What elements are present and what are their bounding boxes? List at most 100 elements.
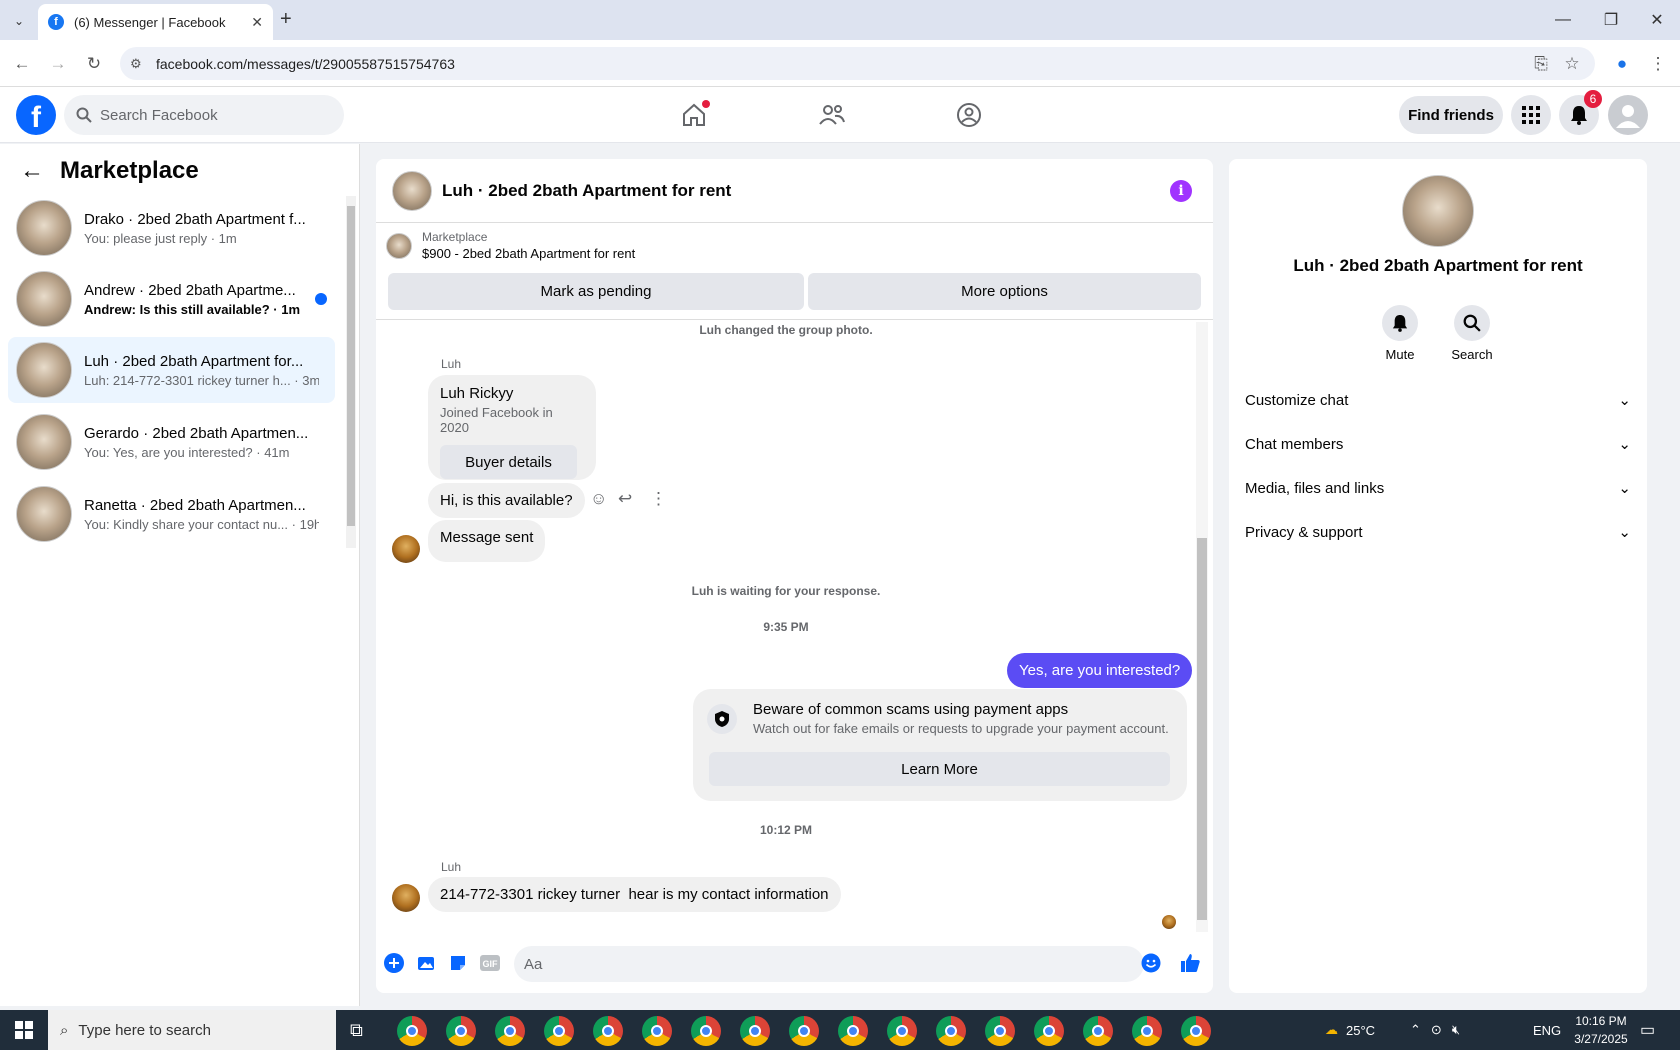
url-bar[interactable]: ⚙ facebook.com/messages/t/29005587515754…: [120, 47, 1595, 80]
chrome-taskbar-icon[interactable]: [740, 1016, 770, 1046]
mute-button[interactable]: Mute: [1370, 305, 1430, 362]
sidebar-scroll-thumb[interactable]: [347, 206, 355, 526]
conversation-item-gerardo[interactable]: Gerardo · 2bed 2bath Apartmen... You: Yes…: [8, 409, 335, 475]
restore-icon[interactable]: ❐: [1588, 0, 1634, 40]
weather-widget[interactable]: ☁ 25°C: [1325, 1010, 1375, 1050]
profile-icon[interactable]: ●: [1608, 50, 1636, 78]
chrome-taskbar-icon[interactable]: [789, 1016, 819, 1046]
chat-details-panel: [1229, 159, 1647, 993]
home-nav-icon[interactable]: [669, 98, 719, 132]
emoji-icon[interactable]: [1139, 951, 1163, 975]
install-app-icon[interactable]: ⎘: [1527, 50, 1555, 78]
clock[interactable]: 10:16 PM 3/27/2025: [1570, 1012, 1632, 1048]
chrome-taskbar-icon[interactable]: [544, 1016, 574, 1046]
mark-as-pending-button[interactable]: Mark as pending: [388, 273, 804, 310]
attach-photo-icon[interactable]: [414, 951, 438, 975]
unread-indicator-dot: [315, 293, 327, 305]
section-label: Media, files and links: [1245, 479, 1385, 497]
customize-chat-section[interactable]: Customize chat ⌄: [1245, 380, 1631, 420]
chrome-taskbar-icon[interactable]: [1181, 1016, 1211, 1046]
close-window-icon[interactable]: ✕: [1634, 0, 1680, 40]
chat-title[interactable]: Luh · 2bed 2bath Apartment for rent: [442, 181, 731, 201]
chrome-taskbar-icon[interactable]: [593, 1016, 623, 1046]
chrome-taskbar-icon[interactable]: [985, 1016, 1015, 1046]
add-actions-icon[interactable]: [382, 951, 406, 975]
thumbs-up-icon[interactable]: [1178, 951, 1202, 975]
back-icon[interactable]: ←: [8, 50, 36, 78]
chrome-taskbar-icon[interactable]: [446, 1016, 476, 1046]
sidebar-title: Marketplace: [60, 157, 199, 184]
volume-muted-icon[interactable]: 🔇︎: [1452, 1022, 1460, 1038]
marketplace-listing-bar[interactable]: Marketplace $900 - 2bed 2bath Apartment …: [386, 230, 635, 261]
gif-icon[interactable]: GIF: [478, 951, 502, 975]
message-input[interactable]: Aa: [514, 946, 1144, 982]
conversation-item-ranetta[interactable]: Ranetta · 2bed 2bath Apartmen... You: Kin…: [8, 481, 335, 547]
chrome-taskbar-icon[interactable]: [1083, 1016, 1113, 1046]
tab-search-icon[interactable]: ⌄: [8, 10, 30, 32]
taskbar-search-input[interactable]: ⌕ Type here to search: [48, 1010, 336, 1050]
divider: [376, 319, 1213, 320]
chat-header: Luh · 2bed 2bath Apartment for rent: [376, 159, 1213, 223]
reply-icon[interactable]: ↩: [618, 489, 632, 509]
more-options-button[interactable]: More options: [808, 273, 1201, 310]
message-bubble[interactable]: Message sent: [428, 520, 546, 562]
chrome-taskbar-icon[interactable]: [691, 1016, 721, 1046]
language-indicator[interactable]: ENG: [1533, 1010, 1561, 1050]
new-tab-button[interactable]: +: [280, 8, 292, 31]
conversation-item-andrew[interactable]: Andrew · 2bed 2bath Apartme... Andrew: Is…: [8, 266, 335, 332]
react-emoji-icon[interactable]: ☺: [590, 489, 607, 509]
close-tab-icon[interactable]: ✕: [251, 14, 263, 31]
chat-members-section[interactable]: Chat members ⌄: [1245, 424, 1631, 464]
chrome-taskbar-icon[interactable]: [1132, 1016, 1162, 1046]
message-bubble[interactable]: 214-772-3301 rickey turner hear is my co…: [428, 877, 841, 912]
more-actions-icon[interactable]: ⋮: [650, 489, 667, 509]
learn-more-button[interactable]: Learn More: [709, 752, 1170, 786]
sticker-icon[interactable]: [446, 951, 470, 975]
message-bubble[interactable]: Hi, is this available?: [428, 483, 585, 518]
site-info-icon[interactable]: ⚙: [130, 56, 142, 72]
chrome-taskbar-icon[interactable]: [495, 1016, 525, 1046]
conversation-item-drako[interactable]: Drako · 2bed 2bath Apartment f... You: pl…: [8, 195, 335, 261]
task-view-icon[interactable]: ⧉: [350, 1020, 363, 1041]
account-avatar[interactable]: [1608, 95, 1648, 135]
facebook-search-input[interactable]: Search Facebook: [64, 95, 344, 135]
chat-avatar[interactable]: [392, 170, 432, 211]
media-files-links-section[interactable]: Media, files and links ⌄: [1245, 468, 1631, 508]
search-conversation-button[interactable]: Search: [1442, 305, 1502, 362]
sender-avatar[interactable]: [392, 884, 420, 912]
menu-grid-icon[interactable]: [1511, 95, 1551, 135]
notification-center-icon[interactable]: ▭: [1640, 1010, 1655, 1050]
sender-avatar[interactable]: [392, 535, 420, 563]
buyer-details-button[interactable]: Buyer details: [440, 445, 577, 479]
conversation-item-luh[interactable]: Luh · 2bed 2bath Apartment for... Luh: 21…: [8, 337, 335, 403]
bookmark-star-icon[interactable]: ☆: [1558, 50, 1586, 78]
windows-start-icon[interactable]: [0, 1010, 48, 1050]
chrome-taskbar-icon[interactable]: [642, 1016, 672, 1046]
system-tray-icons[interactable]: ⌃ ⊙ 🔇︎: [1410, 1010, 1460, 1050]
reload-icon[interactable]: ↻: [80, 50, 108, 78]
chrome-taskbar-icon[interactable]: [936, 1016, 966, 1046]
forward-icon[interactable]: →: [44, 50, 72, 78]
find-friends-button[interactable]: Find friends: [1399, 96, 1503, 134]
section-label: Privacy & support: [1245, 523, 1363, 541]
chrome-taskbar-icon[interactable]: [397, 1016, 427, 1046]
chrome-taskbar-icon[interactable]: [838, 1016, 868, 1046]
facebook-logo-icon[interactable]: f: [16, 95, 56, 135]
chevron-down-icon: ⌄: [1618, 480, 1631, 497]
chat-scroll-thumb[interactable]: [1197, 538, 1207, 920]
groups-nav-icon[interactable]: [944, 98, 994, 132]
back-arrow-icon[interactable]: ←: [20, 157, 44, 185]
chrome-taskbar-icon[interactable]: [887, 1016, 917, 1046]
home-notification-dot: [702, 100, 710, 108]
chevron-up-icon[interactable]: ⌃: [1410, 1022, 1421, 1038]
outgoing-message-bubble[interactable]: Yes, are you interested?: [1007, 653, 1193, 688]
network-icon[interactable]: ⊙: [1431, 1022, 1442, 1038]
chrome-taskbar-icon[interactable]: [1034, 1016, 1064, 1046]
chrome-menu-icon[interactable]: ⋮: [1644, 50, 1672, 78]
info-icon[interactable]: i: [1170, 180, 1192, 202]
privacy-support-section[interactable]: Privacy & support ⌄: [1245, 512, 1631, 552]
mute-label: Mute: [1385, 347, 1415, 362]
minimize-icon[interactable]: —: [1540, 0, 1586, 40]
friends-nav-icon[interactable]: [807, 98, 857, 132]
browser-tab[interactable]: f (6) Messenger | Facebook ✕: [38, 4, 273, 40]
